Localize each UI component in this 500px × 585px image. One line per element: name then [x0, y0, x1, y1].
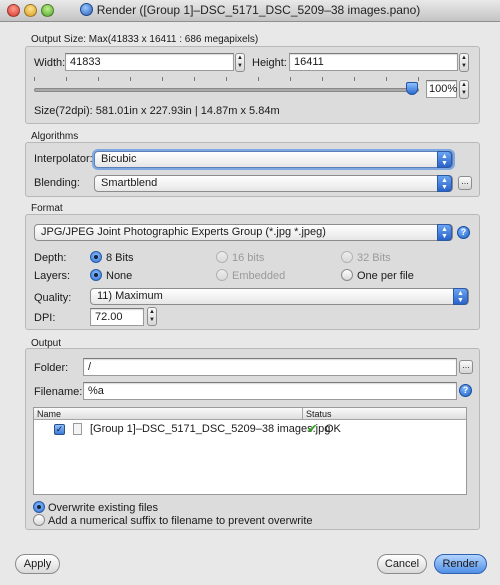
algorithms-label: Algorithms — [31, 131, 79, 142]
depth-label: Depth: — [34, 252, 67, 264]
height-label: Height: — [252, 57, 287, 69]
depth-32bit-label: 32 Bits — [357, 252, 391, 264]
overwrite-label: Overwrite existing files — [48, 502, 159, 514]
format-select[interactable]: JPG/JPEG Joint Photographic Experts Grou… — [34, 224, 453, 241]
table-header: Name Status — [34, 408, 466, 420]
layers-none-label: None — [106, 270, 133, 282]
scale-input[interactable]: 100% — [426, 80, 457, 98]
suffix-radio[interactable] — [33, 514, 45, 526]
interpolator-value: Bicubic — [101, 153, 137, 165]
width-stepper[interactable]: ▲ ▼ — [235, 53, 245, 72]
format-group: JPG/JPEG Joint Photographic Experts Grou… — [25, 214, 480, 330]
width-label: Width: — [34, 57, 66, 69]
suffix-label: Add a numerical suffix to filename to pr… — [48, 515, 313, 527]
depth-16bit-label: 16 bits — [232, 252, 265, 264]
row-checkbox[interactable]: ✓ — [54, 424, 65, 435]
scale-slider-ticks — [34, 77, 419, 85]
width-input[interactable]: 41833 — [65, 53, 234, 71]
cancel-button[interactable]: Cancel — [377, 554, 427, 574]
window-title-wrap: Render ([Group 1]–DSC_5171_DSC_5209–38 i… — [0, 3, 500, 17]
select-arrows-icon: ▲ ▼ — [437, 151, 452, 168]
size-info-text: Size(72dpi): 581.01in x 227.93in | 14.87… — [34, 105, 280, 117]
format-label: Format — [31, 203, 63, 214]
apply-button[interactable]: Apply — [15, 554, 60, 574]
quality-value: 11) Maximum — [97, 290, 163, 302]
blending-options-button[interactable]: ... — [458, 176, 472, 190]
scale-slider-thumb[interactable] — [406, 82, 418, 95]
table-row[interactable]: ✓ [Group 1]–DSC_5171_DSC_5209–38 images.… — [34, 421, 466, 438]
file-icon — [73, 423, 82, 435]
column-divider — [302, 408, 303, 420]
depth-8bit-label: 8 Bits — [106, 252, 134, 264]
select-arrows-icon: ▲ ▼ — [453, 288, 468, 305]
folder-input[interactable]: / — [83, 358, 457, 376]
filename-label: Filename: — [34, 386, 83, 398]
depth-8bit-radio[interactable] — [90, 251, 102, 263]
window-title: Render ([Group 1]–DSC_5171_DSC_5209–38 i… — [96, 3, 421, 17]
blending-value: Smartblend — [101, 177, 158, 189]
layers-embedded-radio[interactable] — [216, 269, 228, 281]
depth-16bit-radio[interactable] — [216, 251, 228, 263]
output-size-label: Output Size: Max(41833 x 16411 : 686 meg… — [31, 34, 259, 45]
height-stepper[interactable]: ▲ ▼ — [459, 53, 469, 72]
output-size-group: Width: 41833 ▲ ▼ Height: 16411 ▲ ▼ 100% ▲ ▼… — [25, 46, 480, 124]
ok-check-icon: ✔ — [307, 421, 318, 436]
row-status: OK — [325, 423, 341, 435]
layers-label: Layers: — [34, 270, 71, 282]
folder-label: Folder: — [34, 362, 69, 374]
column-header-name[interactable]: Name — [37, 409, 61, 419]
folder-browse-button[interactable]: ... — [459, 360, 473, 374]
layers-none-radio[interactable] — [90, 269, 102, 281]
scale-stepper[interactable]: ▲ ▼ — [459, 80, 469, 99]
interpolator-label: Interpolator: — [34, 153, 93, 165]
algorithms-group: Interpolator: Bicubic ▲ ▼ Blending: Smart… — [25, 142, 480, 197]
filename-input[interactable]: %a — [83, 382, 457, 400]
interpolator-select[interactable]: Bicubic ▲ ▼ — [94, 151, 453, 168]
title-bar: Render ([Group 1]–DSC_5171_DSC_5209–38 i… — [0, 0, 500, 22]
layers-one-per-file-label: One per file — [357, 270, 414, 282]
select-arrows-icon: ▲ ▼ — [437, 224, 452, 241]
dpi-input[interactable]: 72.00 — [90, 308, 144, 326]
layers-one-per-file-radio[interactable] — [341, 269, 353, 281]
quality-label: Quality: — [34, 292, 72, 304]
depth-32bit-radio[interactable] — [341, 251, 353, 263]
layers-embedded-label: Embedded — [232, 270, 286, 282]
app-icon — [79, 3, 93, 16]
format-help-icon[interactable]: ? — [457, 226, 470, 239]
quality-select[interactable]: 11) Maximum ▲ ▼ — [90, 288, 469, 305]
output-files-table: Name Status ✓ [Group 1]–DSC_5171_DSC_520… — [33, 407, 467, 495]
overwrite-radio[interactable] — [33, 501, 45, 513]
height-input[interactable]: 16411 — [289, 53, 458, 71]
blending-label: Blending: — [34, 177, 80, 189]
render-button[interactable]: Render — [434, 554, 487, 574]
column-header-status[interactable]: Status — [306, 409, 332, 419]
dpi-label: DPI: — [34, 312, 56, 324]
select-arrows-icon: ▲ ▼ — [437, 175, 452, 192]
row-filename: [Group 1]–DSC_5171_DSC_5209–38 images.jp… — [90, 423, 331, 435]
dpi-stepper[interactable]: ▲ ▼ — [147, 307, 157, 326]
blending-select[interactable]: Smartblend ▲ ▼ — [94, 175, 453, 192]
filename-help-icon[interactable]: ? — [459, 384, 472, 397]
format-value: JPG/JPEG Joint Photographic Experts Grou… — [41, 226, 326, 238]
scale-slider-track[interactable] — [34, 88, 419, 92]
